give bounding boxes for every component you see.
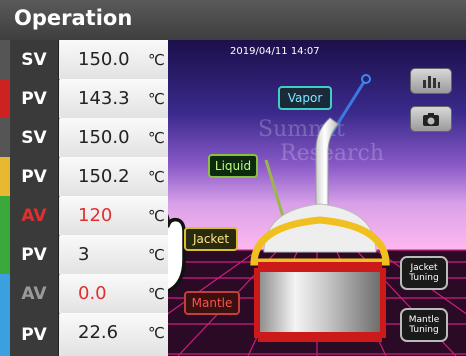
reading-row[interactable]: PV 22.6 ℃ [0, 313, 168, 356]
jacket-label: Jacket [184, 227, 238, 251]
jacket-tuning-button[interactable]: Jacket Tuning [400, 256, 448, 290]
reading-row[interactable]: AV 120 ℃ [0, 196, 168, 236]
mantle-label: Mantle [184, 291, 240, 315]
reading-unit: ℃ [148, 207, 165, 225]
row-color-stripe [0, 274, 10, 313]
reading-unit: ℃ [148, 168, 165, 186]
camera-icon [423, 113, 439, 126]
reading-value: 143.3 [78, 88, 130, 109]
row-color-stripe [0, 235, 10, 274]
reading-row[interactable]: PV 3 ℃ [0, 235, 168, 275]
chart-button[interactable] [410, 68, 452, 94]
reading-value: 22.6 [78, 322, 119, 343]
reading-row[interactable]: PV 150.2 ℃ [0, 157, 168, 197]
reading-value: 150.0 [78, 49, 130, 70]
row-color-stripe [0, 40, 10, 79]
reading-label: PV [10, 157, 59, 196]
reading-value: 150.2 [78, 166, 130, 187]
reading-row[interactable]: SV 150.0 ℃ [0, 118, 168, 158]
reading-unit: ℃ [148, 324, 165, 342]
reading-label: SV [10, 40, 59, 79]
row-color-stripe [0, 79, 10, 118]
page-title: Operation [14, 6, 133, 30]
reactor-visualization: Summit Research 2019/04/11 14:07 Vapor L… [168, 40, 466, 356]
mantle-tuning-button[interactable]: Mantle Tuning [400, 308, 448, 342]
reading-row[interactable]: SV 150.0 ℃ [0, 40, 168, 80]
reading-value: 120 [78, 205, 113, 226]
readings-panel: SV 150.0 ℃ PV 143.3 ℃ SV 150.0 ℃ PV 150.2 ℃ … [0, 40, 168, 356]
reading-value: 0.0 [78, 283, 107, 304]
reading-unit: ℃ [148, 246, 165, 264]
reading-row[interactable]: PV 143.3 ℃ [0, 79, 168, 119]
watermark-text: Research [280, 141, 384, 166]
reading-unit: ℃ [148, 285, 165, 303]
bar-chart-icon [423, 76, 440, 88]
reading-label: PV [10, 313, 59, 356]
row-color-stripe [0, 313, 10, 356]
row-color-stripe [0, 118, 10, 157]
reading-unit: ℃ [148, 129, 165, 147]
reading-value: 3 [78, 244, 90, 265]
reading-value: 150.0 [78, 127, 130, 148]
title-bar: Operation [0, 0, 466, 40]
reading-label: AV [10, 196, 59, 235]
reading-label: AV [10, 274, 59, 313]
reading-unit: ℃ [148, 90, 165, 108]
reading-label: SV [10, 118, 59, 157]
liquid-label: Liquid [208, 154, 258, 178]
reading-unit: ℃ [148, 51, 165, 69]
reading-row[interactable]: AV 0.0 ℃ [0, 274, 168, 314]
reading-label: PV [10, 235, 59, 274]
vapor-label: Vapor [278, 86, 332, 110]
row-color-stripe [0, 157, 10, 196]
datetime-display: 2019/04/11 14:07 [230, 46, 320, 57]
row-color-stripe [0, 196, 10, 235]
reading-label: PV [10, 79, 59, 118]
camera-button[interactable] [410, 106, 452, 132]
